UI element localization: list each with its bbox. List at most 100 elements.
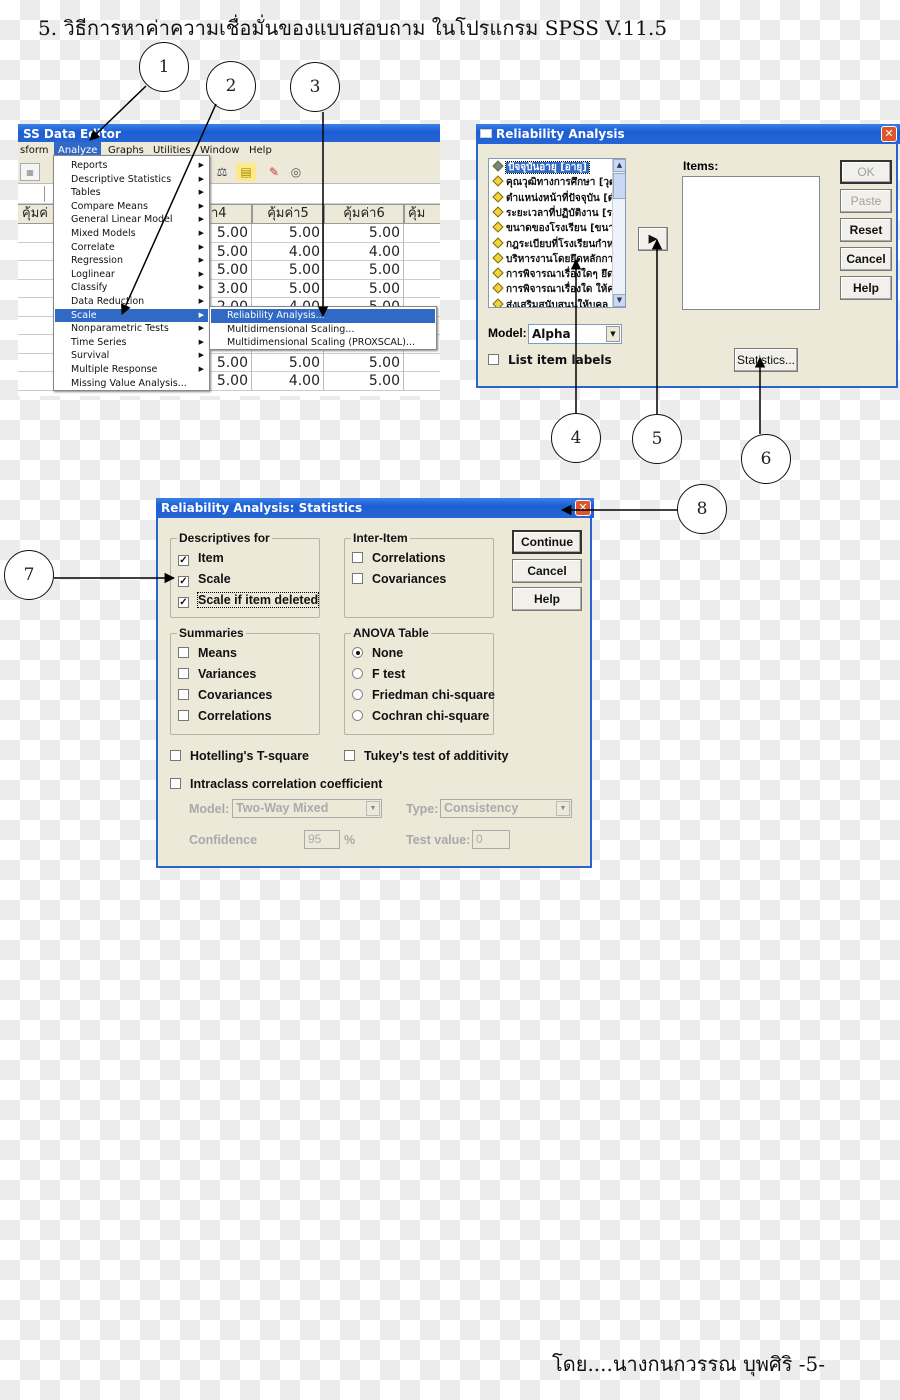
grid-cell[interactable]: 5.00 <box>208 242 252 261</box>
list-item-labels-checkbox[interactable]: List item labels <box>488 352 612 368</box>
submenu-item-multidimensional-scaling[interactable]: Multidimensional Scaling... <box>211 323 435 337</box>
scroll-thumb[interactable] <box>613 173 625 199</box>
variable-item[interactable]: ส่งเสริมสนับสนุนให้บุคล <box>491 298 608 307</box>
menu-item-scale[interactable]: Scale ▶ <box>55 308 208 323</box>
grid-cell[interactable] <box>404 354 440 372</box>
grid-cell[interactable] <box>404 243 440 261</box>
menu-item-descriptive-statistics[interactable]: Descriptive Statistics ▶ <box>55 173 208 187</box>
statistics-button[interactable]: Statistics... <box>734 348 798 372</box>
column-header[interactable]: คุ้มค่า5 <box>252 204 324 224</box>
scroll-up-icon[interactable]: ▲ <box>613 159 625 172</box>
menu-item-compare-means[interactable]: Compare Means ▶ <box>55 200 208 214</box>
grid-cell[interactable]: 5.00 <box>252 224 324 243</box>
variable-item[interactable]: กฎระเบียบที่โรงเรียนกำห <box>491 236 613 252</box>
paste-button[interactable]: Paste <box>840 189 892 213</box>
icc-model-select[interactable]: Two-Way Mixed ▼ <box>232 799 382 818</box>
scale-if-item-deleted-checkbox[interactable]: ✓ Scale if item deleted <box>178 592 320 608</box>
variable-item[interactable]: คุณวุฒิทางการศึกษา [วุฒิ <box>491 175 618 190</box>
cancel-button[interactable]: Cancel <box>512 559 582 583</box>
variable-item[interactable]: ระยะเวลาที่ปฏิบัติงาน [ระ <box>491 206 617 221</box>
hotelling-checkbox[interactable]: Hotelling's T-square <box>170 748 309 764</box>
grid-table-icon[interactable]: ▤ <box>236 163 256 181</box>
sets-icon[interactable]: ◎ <box>286 163 306 181</box>
anova-friedman-radio[interactable]: Friedman chi-square <box>352 687 495 703</box>
menu-item-nonparametric-tests[interactable]: Nonparametric Tests ▶ <box>55 322 208 336</box>
reset-button[interactable]: Reset <box>840 218 892 242</box>
menu-item-correlate[interactable]: Correlate ▶ <box>55 241 208 255</box>
intraclass-checkbox[interactable]: Intraclass correlation coefficient <box>170 776 382 792</box>
grid-cell[interactable]: 5.00 <box>252 279 324 298</box>
grid-cell[interactable]: 5.00 <box>208 372 252 391</box>
variances-checkbox[interactable]: Variances <box>178 666 256 682</box>
confidence-input[interactable]: 95 <box>304 830 340 849</box>
column-header[interactable]: คุ้มค่า6 <box>324 204 404 224</box>
grid-cell[interactable]: 5.00 <box>208 261 252 280</box>
grid-cell[interactable] <box>18 279 54 298</box>
grid-cell[interactable]: 5.00 <box>208 224 252 243</box>
grid-cell[interactable] <box>404 372 440 391</box>
grid-cell[interactable]: 5.00 <box>324 353 404 372</box>
grid-cell[interactable] <box>18 242 54 261</box>
move-to-items-button[interactable]: ▶ <box>638 227 668 251</box>
items-list[interactable] <box>682 176 820 310</box>
grid-cell[interactable]: 5.00 <box>208 353 252 372</box>
cancel-button[interactable]: Cancel <box>840 247 892 271</box>
column-header[interactable]: คุ้ม <box>404 204 440 224</box>
menu-item-regression[interactable]: Regression ▶ <box>55 254 208 268</box>
grid-cell[interactable] <box>404 280 440 298</box>
covariances-checkbox[interactable]: Covariances <box>178 687 272 703</box>
correlations-checkbox[interactable]: Correlations <box>178 708 272 724</box>
close-icon[interactable]: ✕ <box>575 500 591 516</box>
column-header[interactable]: คุ้มค่ <box>18 204 54 224</box>
grid-cell[interactable] <box>18 298 54 317</box>
grid-cell[interactable]: 3.00 <box>208 279 252 298</box>
icc-type-select[interactable]: Consistency ▼ <box>440 799 572 818</box>
menu-item-missing-value-analysis[interactable]: Missing Value Analysis... <box>55 377 208 391</box>
grid-cell[interactable]: 5.00 <box>252 261 324 280</box>
grid-cell[interactable]: 4.00 <box>252 372 324 391</box>
menu-help[interactable]: Help <box>249 145 272 156</box>
anova-f-test-radio[interactable]: F test <box>352 666 405 682</box>
means-checkbox[interactable]: Means <box>178 645 237 661</box>
help-button[interactable]: Help <box>840 276 892 300</box>
grid-cell[interactable] <box>18 353 54 372</box>
column-header[interactable]: า4 <box>208 204 252 224</box>
ok-button[interactable]: OK <box>840 160 892 184</box>
grid-cell[interactable] <box>18 224 54 243</box>
close-icon[interactable]: ✕ <box>881 126 897 142</box>
grid-cell[interactable]: 4.00 <box>324 242 404 261</box>
variable-list-scrollbar[interactable]: ▲ ▼ <box>612 159 625 307</box>
menu-item-classify[interactable]: Classify ▶ <box>55 281 208 295</box>
menu-item-multiple-response[interactable]: Multiple Response ▶ <box>55 363 208 377</box>
menu-transform[interactable]: sform <box>20 145 49 156</box>
menu-item-loglinear[interactable]: Loglinear ▶ <box>55 268 208 282</box>
variable-item[interactable]: การพิจารณาเรื่องใดๆ ยึด <box>491 267 614 282</box>
menu-item-survival[interactable]: Survival ▶ <box>55 349 208 363</box>
grid-cell[interactable] <box>404 261 440 280</box>
submenu-item-multidimensional-scaling-proxscal[interactable]: Multidimensional Scaling (PROXSCAL)... <box>211 336 435 350</box>
grid-cell[interactable]: 5.00 <box>252 353 324 372</box>
grid-cell[interactable]: 5.00 <box>324 279 404 298</box>
menu-item-time-series[interactable]: Time Series ▶ <box>55 336 208 350</box>
menu-item-reports[interactable]: Reports ▶ <box>55 159 208 173</box>
grid-cell[interactable]: 4.00 <box>252 242 324 261</box>
variable-item[interactable]: การพิจารณาเรื่องใด ให้ค <box>491 282 614 297</box>
grid-cell[interactable]: 5.00 <box>324 372 404 391</box>
variable-item[interactable]: ปัจจุบันอายุ [อายุ] <box>491 160 590 175</box>
menu-item-data-reduction[interactable]: Data Reduction ▶ <box>55 295 208 309</box>
test-value-input[interactable]: 0 <box>472 830 510 849</box>
variable-item[interactable]: ตำแหน่งหน้าที่ปัจจุบัน [ตำแ <box>491 190 625 206</box>
model-select[interactable]: Alpha ▼ <box>528 324 622 344</box>
submenu-item-reliability-analysis[interactable]: Reliability Analysis... <box>211 309 435 323</box>
inter-item-correlations-checkbox[interactable]: Correlations <box>352 550 446 566</box>
chart-icon[interactable]: ▦ <box>20 163 40 181</box>
scale-checkbox[interactable]: ✓ Scale <box>178 571 231 587</box>
scroll-down-icon[interactable]: ▼ <box>613 294 625 307</box>
menu-item-tables[interactable]: Tables ▶ <box>55 186 208 200</box>
continue-button[interactable]: Continue <box>512 530 582 554</box>
menu-item-general-linear-model[interactable]: General Linear Model ▶ <box>55 213 208 227</box>
anova-cochran-radio[interactable]: Cochran chi-square <box>352 708 489 724</box>
variable-item[interactable]: บริหารงานโดยยึดหลักกา <box>491 252 613 267</box>
variable-item[interactable]: ขนาดของโรงเรียน [ขนาด <box>491 221 620 236</box>
scale-balance-icon[interactable]: ⚖ <box>212 163 232 181</box>
